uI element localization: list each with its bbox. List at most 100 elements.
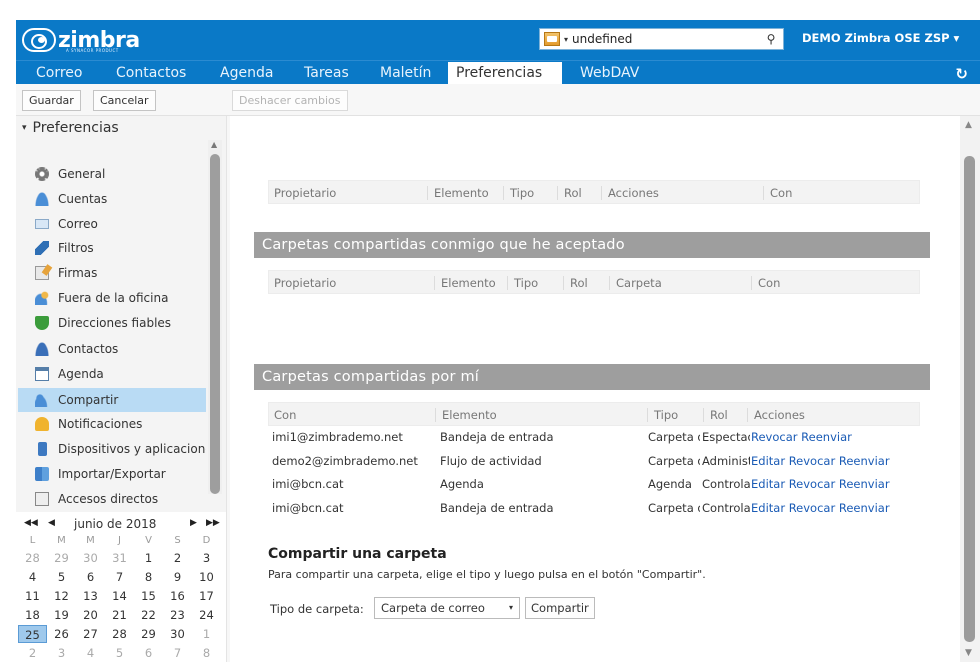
sidebar-item-trusted-addresses[interactable]: Direcciones fiables: [18, 311, 206, 335]
calendar-day[interactable]: 13: [76, 587, 105, 605]
next-month-icon[interactable]: ▶: [190, 518, 197, 528]
prev-month-icon[interactable]: ◀: [48, 518, 55, 528]
calendar-day[interactable]: 28: [105, 625, 134, 643]
content-scrollbar[interactable]: ▲ ▼: [960, 116, 980, 662]
save-button[interactable]: Guardar: [22, 90, 81, 111]
search-box[interactable]: ▾ undefined ⚲: [539, 28, 784, 50]
calendar-day[interactable]: 24: [192, 606, 221, 624]
action-reenviar-link[interactable]: Reenviar: [839, 501, 890, 515]
sidebar-item-import-export[interactable]: Importar/Exportar: [18, 462, 206, 486]
calendar-day[interactable]: 6: [134, 644, 163, 662]
calendar-day[interactable]: 22: [134, 606, 163, 624]
tab-calendar[interactable]: Agenda: [212, 62, 281, 85]
action-reenviar-link[interactable]: Reenviar: [839, 477, 890, 491]
calendar-day[interactable]: 18: [18, 606, 47, 624]
calendar-day[interactable]: 8: [192, 644, 221, 662]
calendar-day-today[interactable]: 25: [18, 625, 47, 643]
search-icon[interactable]: ⚲: [763, 32, 779, 46]
calendar-day[interactable]: 14: [105, 587, 134, 605]
calendar-day[interactable]: 9: [163, 568, 192, 586]
tree-root-preferences[interactable]: ▾ Preferencias: [22, 120, 119, 136]
calendar-day[interactable]: 11: [18, 587, 47, 605]
user-menu[interactable]: DEMO Zimbra OSE ZSP ▾: [802, 31, 959, 45]
tab-contacts[interactable]: Contactos: [108, 62, 194, 85]
folder-type-select[interactable]: Carpeta de correo ▾: [374, 597, 520, 619]
sidebar-item-filters[interactable]: Filtros: [18, 236, 206, 260]
calendar-day[interactable]: 20: [76, 606, 105, 624]
action-revocar-link[interactable]: Revocar: [789, 454, 836, 468]
prev-year-icon[interactable]: ◀◀: [24, 518, 38, 528]
calendar-day[interactable]: 7: [163, 644, 192, 662]
share-button[interactable]: Compartir: [525, 597, 595, 619]
sidebar-scroll-thumb[interactable]: [210, 154, 220, 494]
calendar-day[interactable]: 6: [76, 568, 105, 586]
sidebar-item-accounts[interactable]: Cuentas: [18, 187, 206, 211]
sidebar-item-notifications[interactable]: Notificaciones: [18, 412, 206, 436]
calendar-day[interactable]: 29: [47, 549, 76, 567]
calendar-day[interactable]: 7: [105, 568, 134, 586]
calendar-day[interactable]: 8: [134, 568, 163, 586]
calendar-day[interactable]: 19: [47, 606, 76, 624]
search-input[interactable]: undefined: [572, 32, 763, 46]
tab-mail[interactable]: Correo: [28, 62, 90, 85]
scroll-up-icon[interactable]: ▲: [211, 140, 217, 149]
calendar-day[interactable]: 23: [163, 606, 192, 624]
calendar-day[interactable]: 2: [18, 644, 47, 662]
sidebar-item-contacts[interactable]: Contactos: [18, 337, 206, 361]
calendar-day[interactable]: 31: [105, 549, 134, 567]
calendar-day[interactable]: 16: [163, 587, 192, 605]
calendar-day[interactable]: 28: [18, 549, 47, 567]
calendar-day[interactable]: 3: [192, 549, 221, 567]
action-revocar-link[interactable]: Revocar: [789, 477, 836, 491]
action-editar-link[interactable]: Editar: [751, 454, 785, 468]
action-revocar-link[interactable]: Revocar: [789, 501, 836, 515]
scroll-up-icon[interactable]: ▲: [965, 120, 972, 130]
sidebar-item-devices[interactable]: Dispositivos y aplicaciones: [18, 437, 206, 461]
calendar-day[interactable]: 2: [163, 549, 192, 567]
calendar-day[interactable]: 3: [47, 644, 76, 662]
sidebar-item-mail[interactable]: Correo: [18, 212, 206, 236]
calendar-day[interactable]: 4: [76, 644, 105, 662]
undo-changes-button[interactable]: Deshacer cambios: [232, 90, 348, 111]
tab-briefcase[interactable]: Maletín: [372, 62, 439, 85]
calendar-day[interactable]: 5: [105, 644, 134, 662]
calendar-day[interactable]: 30: [76, 549, 105, 567]
search-scope-caret[interactable]: ▾: [564, 35, 568, 44]
calendar-day[interactable]: 10: [192, 568, 221, 586]
calendar-day[interactable]: 30: [163, 625, 192, 643]
calendar-day[interactable]: 26: [47, 625, 76, 643]
action-editar-link[interactable]: Editar: [751, 501, 785, 515]
action-revocar-link[interactable]: Revocar: [751, 430, 798, 444]
sidebar-item-sharing[interactable]: Compartir: [18, 388, 206, 412]
calendar-day[interactable]: 4: [18, 568, 47, 586]
scroll-down-icon[interactable]: ▼: [965, 648, 972, 658]
tab-webdav[interactable]: WebDAV: [572, 62, 647, 85]
sidebar-item-calendar[interactable]: Agenda: [18, 362, 206, 386]
calendar-day[interactable]: 12: [47, 587, 76, 605]
calendar-day[interactable]: 29: [134, 625, 163, 643]
calendar-day[interactable]: 1: [192, 625, 221, 643]
content-scroll-thumb[interactable]: [964, 156, 975, 642]
sidebar-item-general[interactable]: General: [18, 162, 206, 186]
calendar-day[interactable]: 15: [134, 587, 163, 605]
next-year-icon[interactable]: ▶▶: [206, 518, 220, 528]
calendar-day[interactable]: 1: [134, 549, 163, 567]
collapse-arrow-icon[interactable]: ▾: [22, 123, 27, 133]
sidebar-item-out-of-office[interactable]: Fuera de la oficina: [18, 286, 206, 310]
action-reenviar-link[interactable]: Reenviar: [801, 430, 852, 444]
action-editar-link[interactable]: Editar: [751, 477, 785, 491]
calendar-day[interactable]: 27: [76, 625, 105, 643]
zimbra-logo[interactable]: zimbra A SYNACOR PRODUCT: [22, 26, 140, 54]
sidebar-scrollbar[interactable]: ▲: [208, 140, 222, 494]
refresh-icon[interactable]: ↻: [955, 65, 968, 83]
tab-tasks[interactable]: Tareas: [296, 62, 357, 85]
calendar-day[interactable]: 17: [192, 587, 221, 605]
sidebar-item-shortcuts[interactable]: Accesos directos: [18, 487, 206, 511]
calendar-day[interactable]: 21: [105, 606, 134, 624]
action-reenviar-link[interactable]: Reenviar: [839, 454, 890, 468]
cancel-button[interactable]: Cancelar: [93, 90, 156, 111]
sidebar-item-signatures[interactable]: Firmas: [18, 261, 206, 285]
search-scope-icon[interactable]: [544, 32, 560, 46]
calendar-day[interactable]: 5: [47, 568, 76, 586]
tab-preferences[interactable]: Preferencias: [448, 62, 562, 85]
